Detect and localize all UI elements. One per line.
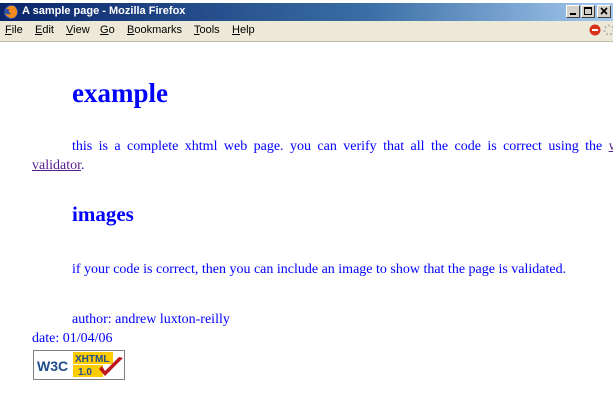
menu-file-label: ile (11, 24, 23, 36)
w3c-xhtml-badge[interactable]: W3C XHTML 1.0 (33, 350, 125, 380)
menu-bookmarks-label: ookmarks (134, 24, 183, 36)
page-heading: example (72, 78, 168, 108)
menu-tools-label: ools (199, 24, 220, 36)
author-line: author: andrew luxton-reilly (72, 312, 230, 327)
browser-window: A sample page - Mozilla Firefox File Edi… (0, 0, 613, 406)
menu-bar: File Edit View Go Bookmarks Tools Help (0, 21, 613, 42)
menu-tools[interactable]: Tools (194, 24, 220, 36)
intro-text: this is a complete xhtml web page. you c… (72, 139, 603, 154)
images-heading: images (72, 202, 134, 226)
menu-edit[interactable]: Edit (35, 24, 54, 36)
firefox-icon (4, 5, 18, 19)
page-content: example this is a complete xhtml web pag… (0, 42, 613, 406)
menu-go-label: o (108, 24, 115, 36)
menu-view[interactable]: View (66, 24, 90, 36)
maximize-button[interactable] (581, 5, 595, 18)
badge-xhtml-text: XHTML (75, 354, 109, 365)
menu-file[interactable]: File (5, 24, 23, 36)
menu-help-label: elp (239, 24, 255, 36)
minimize-button[interactable] (566, 5, 580, 18)
close-button[interactable] (597, 5, 611, 18)
intro-period: . (81, 158, 85, 173)
images-paragraph: if your code is correct, then you can in… (72, 262, 567, 277)
throbber-icon (603, 24, 613, 36)
menu-help-accel: H (232, 24, 240, 36)
menu-edit-label: dit (42, 24, 54, 36)
badge-w3c-text: W3C (37, 358, 68, 374)
menu-bookmarks[interactable]: Bookmarks (127, 24, 182, 36)
maximize-icon (584, 7, 592, 15)
close-icon (600, 7, 608, 15)
title-bar[interactable]: A sample page - Mozilla Firefox (0, 3, 613, 21)
date-line: date: 01/04/06 (32, 331, 113, 346)
menu-file-accel: F (5, 24, 12, 36)
menu-view-label: iew (73, 24, 90, 36)
stop-icon[interactable] (589, 24, 601, 36)
menu-help[interactable]: Help (232, 24, 255, 36)
badge-version-text: 1.0 (78, 367, 92, 378)
minimize-icon (570, 13, 576, 15)
menu-go[interactable]: Go (100, 24, 115, 36)
window-title: A sample page - Mozilla Firefox (22, 5, 186, 17)
intro-paragraph: this is a complete xhtml web page. you c… (32, 137, 613, 175)
menu-go-accel: G (100, 24, 109, 36)
